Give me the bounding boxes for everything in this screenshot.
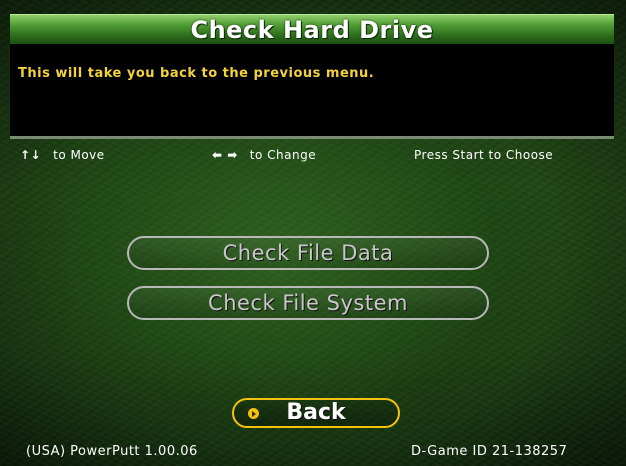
- back-label: Back: [286, 400, 346, 425]
- left-right-arrows-icon: ⬅ ➡: [212, 148, 238, 162]
- hint-change: ⬅ ➡ to Change: [212, 148, 316, 162]
- game-id-text: D-Game ID 21-138257: [411, 444, 568, 459]
- version-text: (USA) PowerPutt 1.00.06: [26, 444, 198, 459]
- description-panel: This will take you back to the previous …: [10, 44, 614, 139]
- up-down-arrows-icon: ↑↓: [20, 148, 42, 162]
- description-text: This will take you back to the previous …: [18, 66, 375, 81]
- check-file-system-button[interactable]: Check File System: [127, 286, 489, 320]
- hint-choose-label: Press Start to Choose: [414, 148, 554, 162]
- page-title: Check Hard Drive: [190, 16, 434, 44]
- control-hints: ↑↓ to Move ⬅ ➡ to Change Press Start to Ch…: [0, 148, 626, 168]
- hint-move: ↑↓ to Move: [20, 148, 105, 162]
- back-button[interactable]: Back: [232, 398, 400, 428]
- hint-choose: Press Start to Choose: [414, 148, 553, 162]
- menu-screen: Check Hard Drive This will take you back…: [0, 0, 626, 466]
- check-file-data-label: Check File Data: [222, 241, 394, 265]
- hint-change-label: to Change: [249, 148, 317, 162]
- check-file-system-label: Check File System: [208, 291, 408, 315]
- check-file-data-button[interactable]: Check File Data: [127, 236, 489, 270]
- title-bar: Check Hard Drive: [10, 14, 614, 45]
- hint-move-label: to Move: [53, 148, 105, 162]
